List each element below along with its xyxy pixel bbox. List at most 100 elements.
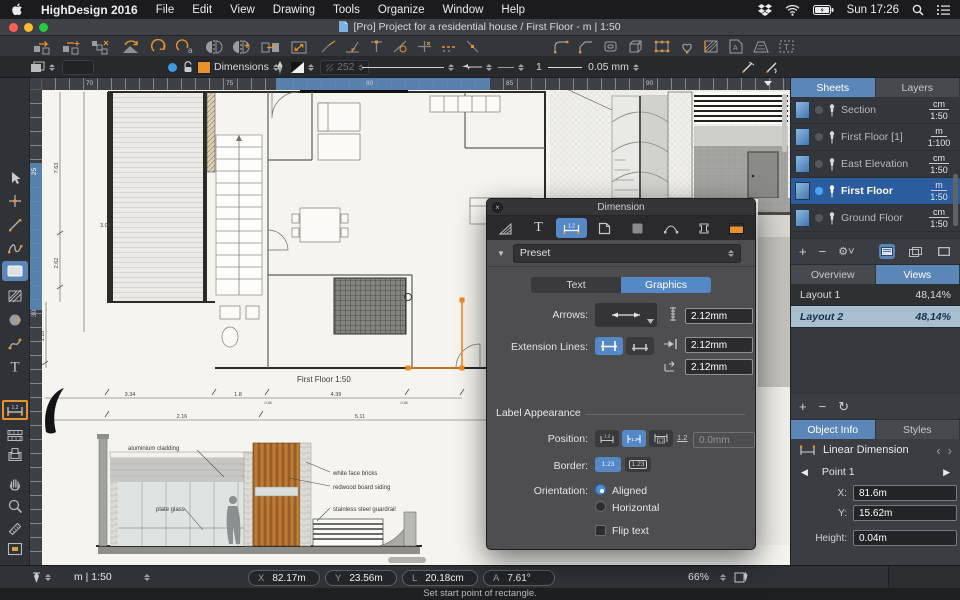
mirror-icon[interactable] [205,39,223,55]
selection-handle[interactable] [405,365,411,371]
menu-tools[interactable]: Tools [333,4,360,16]
layer-color-dot[interactable] [168,57,177,77]
selection-handle[interactable] [459,365,465,371]
attributes-icon[interactable]: A [728,39,744,54]
angle-field[interactable]: A 7.61° [483,570,555,586]
line-weight-dropdown[interactable]: 0.05 mm [588,57,639,77]
menu-organize[interactable]: Organize [378,4,425,16]
sheet-row[interactable]: Ground Floor cm 1:50 [791,205,960,232]
sheet-row[interactable]: First Floor [1] m 1:100 [791,124,960,151]
snap-free-icon[interactable] [320,39,337,54]
page-setup-icon[interactable] [734,566,749,588]
add-sheet-button[interactable]: + [799,244,807,259]
tab-dimension-style-icon[interactable]: 1.2 [556,218,587,238]
position-on-button[interactable]: 1.2 [622,430,646,447]
x-coordinate-field[interactable]: X 82.17m [248,570,320,586]
zoom-tool-icon[interactable] [8,499,23,514]
tab-object-info[interactable]: Object Info [791,420,876,439]
app-menu[interactable]: HighDesign 2016 [41,3,138,17]
rotate-angle-icon[interactable]: a [176,38,196,55]
lock-icon[interactable] [183,57,193,77]
dropbox-icon[interactable] [757,3,772,16]
remove-view-button[interactable]: − [819,399,827,414]
chamfer-icon[interactable] [578,39,595,54]
offset-field[interactable]: 0.0mm [693,432,755,448]
scale-stepper[interactable] [140,566,150,588]
layer-swatch[interactable] [197,57,211,77]
polyline-tool-icon[interactable] [7,240,23,256]
wall-tool-icon[interactable] [7,429,23,442]
endcap-style-dropdown[interactable] [498,57,524,77]
extrude-icon[interactable] [628,39,645,54]
tab-overview[interactable]: Overview [791,265,876,284]
pen-color-dropdown[interactable] [291,57,314,77]
measure-tool-icon[interactable] [8,521,23,536]
position-below-button[interactable]: 1.2 [649,430,673,447]
preset-dropdown[interactable]: Preset [512,243,741,263]
snap-midpoint-icon[interactable] [368,39,385,54]
furniture-tool-icon[interactable] [7,447,23,462]
refresh-icon[interactable]: ↻ [838,399,849,415]
next-point-button[interactable]: ▶ [943,467,950,478]
snap-intersection-icon[interactable] [416,39,433,54]
extension-overhang-field[interactable]: 2.12mm [685,359,753,375]
tab-sheet-style-icon[interactable] [589,218,620,238]
text-box-icon[interactable]: T [778,39,795,54]
horizontal-radio[interactable] [595,501,606,512]
dialog-title-bar[interactable]: × Dimension [487,199,755,216]
tab-hatch-style-icon[interactable] [490,218,521,238]
x-field[interactable]: 81.6m [853,485,957,501]
active-dot-icon[interactable] [815,106,823,114]
menu-edit[interactable]: Edit [192,4,212,16]
arrow-style-dropdown[interactable] [595,303,657,327]
active-dot-icon[interactable] [815,133,823,141]
flip-text-checkbox[interactable] [595,525,606,536]
tab-sheets[interactable]: Sheets [791,78,876,97]
view-mode-tiled-icon[interactable] [907,244,924,259]
circle-tool-icon[interactable] [7,312,23,328]
sheet-row[interactable]: East Elevation cm 1:50 [791,151,960,178]
selected-dimension[interactable] [405,297,465,371]
tab-styles[interactable]: Styles [875,420,960,439]
aligned-radio[interactable] [595,484,606,495]
remove-sheet-button[interactable]: − [819,244,827,259]
region-icon[interactable] [679,39,695,54]
text-tool-icon[interactable]: T [10,360,19,377]
prev-object-button[interactable]: ‹ [936,444,940,457]
fillet-icon[interactable] [553,39,570,54]
view-mode-full-icon[interactable] [936,244,953,259]
sheet-row[interactable]: Section cm 1:50 [791,97,960,124]
arrow-style-dropdown[interactable] [462,57,492,77]
stepper-icon[interactable] [49,63,55,71]
empty-dropdown[interactable] [62,57,94,77]
move-tool-icon[interactable] [7,193,23,209]
menu-file[interactable]: File [156,4,175,16]
tab-fill-style-icon[interactable] [622,218,653,238]
arrow-size-field[interactable]: 2.12mm [685,308,753,324]
menu-help[interactable]: Help [501,4,525,16]
extension-full-button[interactable] [595,337,623,355]
menu-clock[interactable]: Sun 17:26 [847,4,899,16]
rotate-copy-icon[interactable] [120,39,142,55]
sheet-row-selected[interactable]: First Floor m 1:50 [791,178,960,205]
rectangle-tool-icon[interactable] [2,261,28,281]
gear-icon[interactable]: ⚙˅ [838,245,854,258]
line-tool-icon[interactable] [7,217,23,233]
pan-hand-icon[interactable] [8,476,23,491]
rotate-icon[interactable] [151,38,167,55]
snap-nearest-icon[interactable] [464,39,481,54]
tab-views[interactable]: Views [875,265,960,284]
detail-frame-tool-icon[interactable] [7,542,23,556]
tab-column-style-icon[interactable] [688,218,719,238]
snap-grid-icon[interactable] [440,39,457,54]
scale-icon[interactable] [290,39,308,55]
layout-row-selected[interactable]: Layout 2 48,14% [791,306,960,328]
menu-window[interactable]: Window [443,4,484,16]
tab-layers[interactable]: Layers [875,78,960,97]
segment-graphics[interactable]: Graphics [621,277,711,293]
close-icon[interactable]: × [492,201,503,213]
hatch-icon[interactable] [703,39,720,54]
apple-icon[interactable] [12,3,23,16]
position-above-button[interactable]: 1.2 [595,430,619,447]
duplicate-icon[interactable] [62,39,82,55]
